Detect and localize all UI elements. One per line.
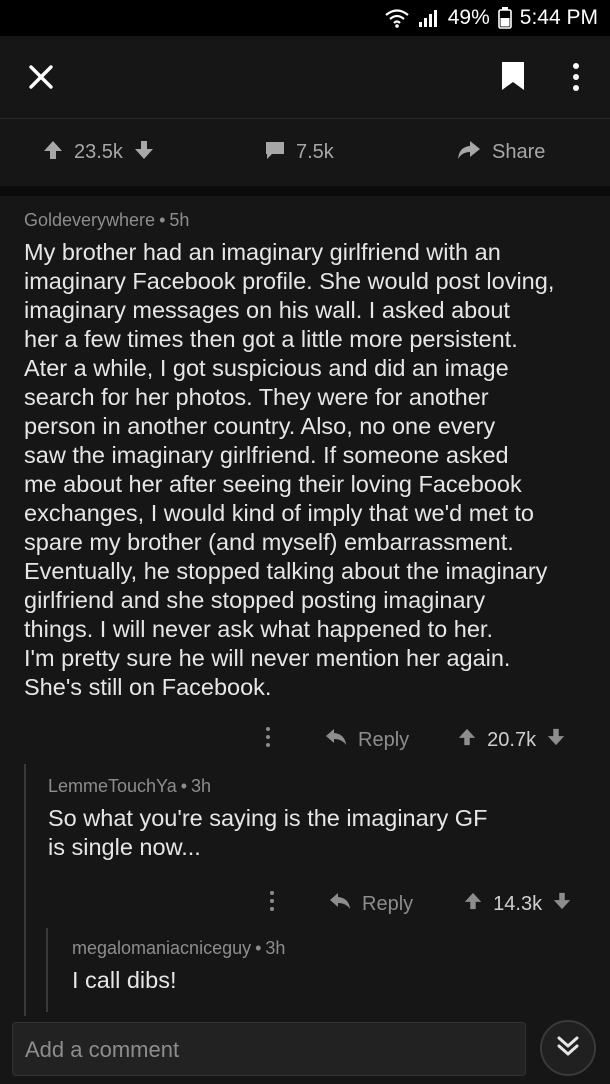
comment-body: My brother had an imaginary girlfriend w… <box>24 239 555 700</box>
battery-percent: 49% <box>447 6 490 29</box>
comment-actions: Reply 20.7k <box>264 726 566 754</box>
reply-button[interactable]: Reply <box>324 727 409 753</box>
post-action-bar: 23.5k 7.5k Share <box>0 119 610 187</box>
comment-composer: Add a comment <box>0 1016 610 1084</box>
downvote-icon[interactable] <box>552 891 572 917</box>
more-vertical-icon[interactable] <box>568 62 584 97</box>
comment-body: I call dibs! <box>72 967 177 993</box>
thread-line <box>24 764 26 1016</box>
bookmark-icon[interactable] <box>500 60 526 97</box>
upvote-icon[interactable] <box>42 139 64 167</box>
more-vertical-icon[interactable] <box>264 726 272 754</box>
comment-vote-group: 20.7k <box>457 727 566 753</box>
comment-meta: LemmeTouchYa • 3h <box>48 776 212 796</box>
add-comment-input[interactable]: Add a comment <box>12 1022 526 1076</box>
status-bar: 49% 5:44 PM <box>0 0 610 36</box>
post-score: 23.5k <box>74 141 123 163</box>
comment-bubble-icon <box>264 139 286 167</box>
comment-meta: megalomaniacniceguy • 3h <box>72 938 286 958</box>
comment-thread: Goldeverywhere • 5h My brother had an imag… <box>0 196 610 1016</box>
reply-label: Reply <box>358 728 410 751</box>
reply-arrow-icon <box>328 891 352 917</box>
post-toolbar <box>0 36 610 119</box>
wifi-icon <box>384 8 410 28</box>
comment-author[interactable]: megalomaniacniceguy <box>72 938 251 958</box>
downvote-icon[interactable] <box>546 727 566 753</box>
share-arrow-icon <box>456 139 482 167</box>
share-label: Share <box>492 141 546 163</box>
comment-meta: Goldeverywhere • 5h <box>24 210 190 230</box>
signal-icon <box>418 8 440 28</box>
comment-author[interactable]: Goldeverywhere <box>24 210 155 230</box>
reply-label: Reply <box>362 892 414 915</box>
thread-line <box>46 928 48 1012</box>
reply-arrow-icon <box>324 727 348 753</box>
clock: 5:44 PM <box>519 6 598 29</box>
comment-count: 7.5k <box>296 141 334 163</box>
comment-age: 3h <box>265 938 286 958</box>
section-divider <box>0 186 610 196</box>
comments-button[interactable]: 7.5k <box>264 139 344 167</box>
share-button[interactable]: Share <box>456 139 555 167</box>
comment-age: 3h <box>191 776 212 796</box>
comment-body: So what you're saying is the imaginary G… <box>48 805 488 860</box>
battery-icon <box>497 7 512 29</box>
next-comment-button[interactable] <box>540 1020 596 1076</box>
comment-score: 20.7k <box>487 728 537 751</box>
post-vote-group: 23.5k <box>42 139 155 167</box>
more-vertical-icon[interactable] <box>268 890 276 918</box>
reply-button[interactable]: Reply <box>328 891 413 917</box>
comment-age: 5h <box>169 210 190 230</box>
double-chevron-down-icon <box>555 1033 581 1064</box>
comment-actions: Reply 14.3k <box>268 890 572 918</box>
upvote-icon[interactable] <box>463 891 483 917</box>
close-icon[interactable] <box>28 64 54 95</box>
comment-vote-group: 14.3k <box>463 891 572 917</box>
comment-author[interactable]: LemmeTouchYa <box>48 776 177 796</box>
comment-score: 14.3k <box>493 892 543 915</box>
upvote-icon[interactable] <box>457 727 477 753</box>
downvote-icon[interactable] <box>133 139 155 167</box>
